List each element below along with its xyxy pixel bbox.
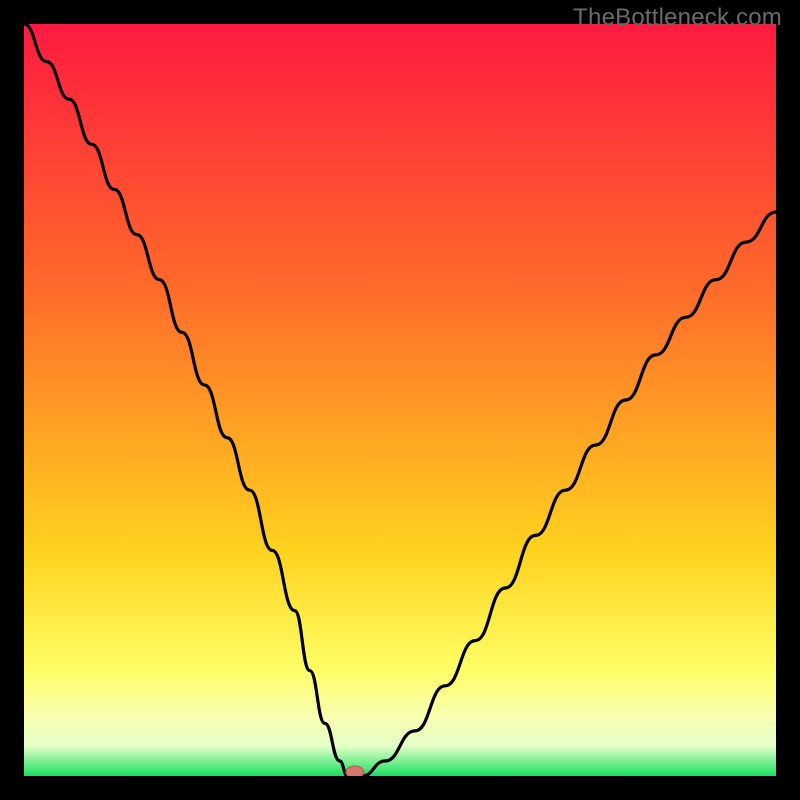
chart-frame: TheBottleneck.com bbox=[0, 0, 800, 800]
optimum-marker bbox=[346, 766, 364, 776]
gradient-background bbox=[24, 24, 776, 776]
bottleneck-plot bbox=[24, 24, 776, 776]
watermark-text: TheBottleneck.com bbox=[573, 4, 782, 32]
plot-svg bbox=[24, 24, 776, 776]
